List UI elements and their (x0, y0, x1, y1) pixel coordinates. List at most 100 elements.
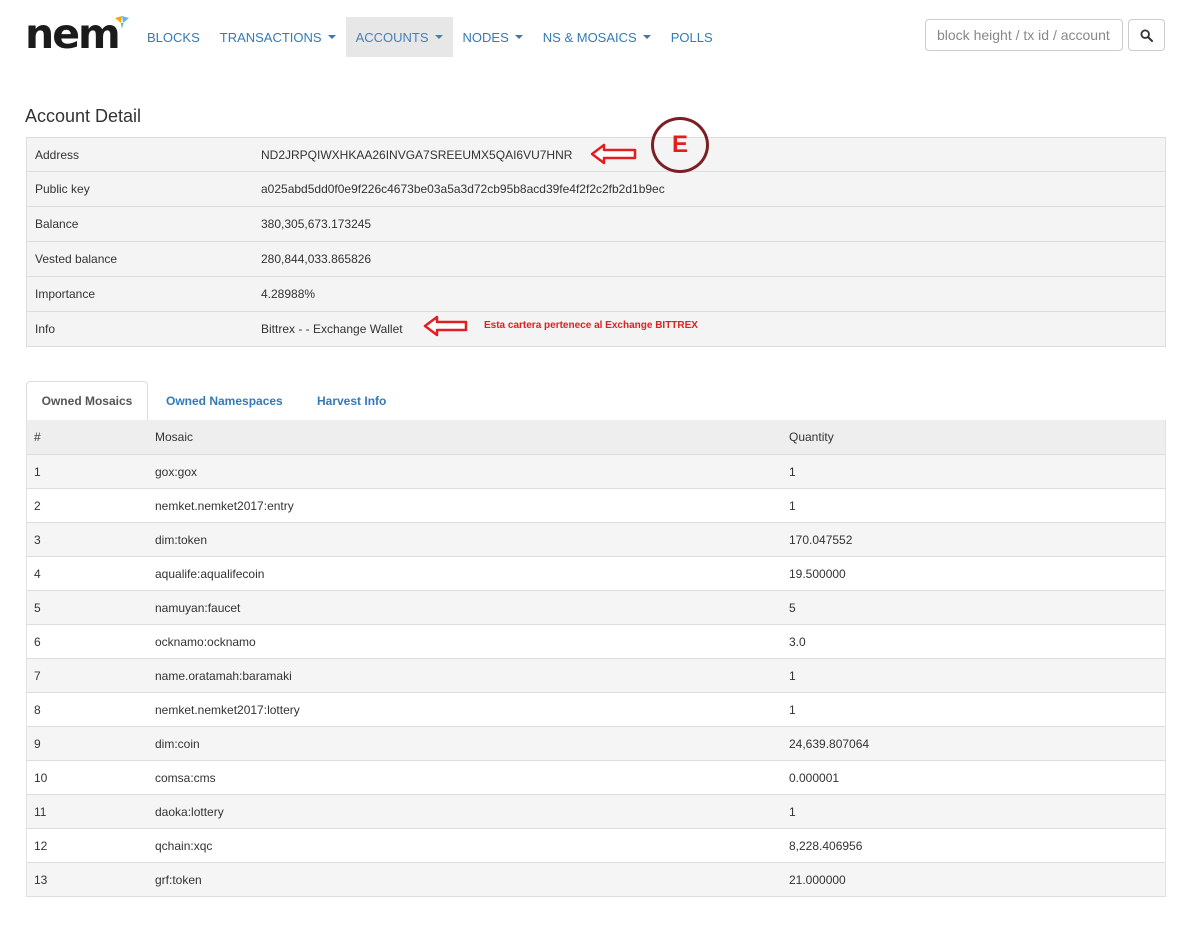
cell-quantity: 19.500000 (789, 556, 1166, 591)
cell-quantity: 1 (789, 658, 1166, 693)
cell-quantity: 1 (789, 692, 1166, 727)
caret-down-icon (434, 35, 443, 39)
cell-mosaic: ocknamo:ocknamo (155, 624, 789, 659)
nav-polls[interactable]: POLLS (661, 17, 723, 57)
tab-harvest-info[interactable]: Harvest Info (317, 381, 386, 421)
nav-ns-mosaics[interactable]: NS & MOSAICS (533, 17, 661, 57)
cell-quantity: 1 (789, 794, 1166, 829)
cell-index: 8 (26, 692, 155, 727)
vested-balance-value: 280,844,033.865826 (261, 252, 372, 266)
table-row: 12 qchain:xqc 8,228.406956 (26, 828, 1166, 863)
cell-index: 3 (26, 522, 155, 557)
info-value: Bittrex - - Exchange Wallet (261, 322, 403, 336)
nav-nodes[interactable]: NODES (453, 17, 533, 57)
cell-quantity: 1 (789, 454, 1166, 489)
logo-text: nem (25, 10, 121, 58)
cell-mosaic: daoka:lottery (155, 794, 789, 829)
detail-label: Balance (35, 217, 79, 231)
circled-e-annotation: E (651, 117, 709, 173)
detail-row-importance: Importance 4.28988% (27, 276, 1165, 311)
table-row: 4 aqualife:aqualifecoin 19.500000 (26, 556, 1166, 591)
cell-index: 7 (26, 658, 155, 693)
cell-quantity: 170.047552 (789, 522, 1166, 557)
importance-value: 4.28988% (261, 287, 316, 301)
nav-label: BLOCKS (147, 29, 200, 45)
table-header-row: # Mosaic Quantity (26, 420, 1166, 455)
table-row: 7 name.oratamah:baramaki 1 (26, 658, 1166, 693)
cell-quantity: 8,228.406956 (789, 828, 1166, 863)
col-header-mosaic: Mosaic (155, 420, 789, 455)
nav-label: POLLS (670, 29, 713, 45)
col-header-index: # (26, 420, 155, 455)
table-row: 13 grf:token 21.000000 (26, 862, 1166, 897)
nem-logo[interactable]: nem (25, 14, 129, 55)
cell-mosaic: dim:token (155, 522, 789, 557)
nem-mark-icon (115, 16, 129, 29)
cell-quantity: 0.000001 (789, 760, 1166, 795)
navbar: nem BLOCKS TRANSACTIONS ACCOUNTS NODES N… (0, 0, 1196, 76)
nav-transactions[interactable]: TRANSACTIONS (210, 17, 346, 57)
table-row: 5 namuyan:faucet 5 (26, 590, 1166, 625)
cell-quantity: 21.000000 (789, 862, 1166, 897)
nav-label: ACCOUNTS (355, 29, 429, 45)
cell-mosaic: nemket.nemket2017:entry (155, 488, 789, 523)
cell-mosaic: dim:coin (155, 726, 789, 761)
col-header-quantity: Quantity (789, 420, 1166, 455)
address-value[interactable]: ND2JRPQIWXHKAA26INVGA7SREEUMX5QAI6VU7HNR (261, 148, 572, 162)
tab-owned-mosaics[interactable]: Owned Mosaics (26, 381, 148, 421)
nav-label: TRANSACTIONS (219, 29, 322, 45)
cell-mosaic: name.oratamah:baramaki (155, 658, 789, 693)
table-row: 8 nemket.nemket2017:lottery 1 (26, 692, 1166, 727)
nav-label: NS & MOSAICS (542, 29, 637, 45)
cell-index: 10 (26, 760, 155, 795)
detail-row-vested-balance: Vested balance 280,844,033.865826 (27, 241, 1165, 276)
nav-blocks[interactable]: BLOCKS (137, 17, 210, 57)
table-row: 3 dim:token 170.047552 (26, 522, 1166, 557)
cell-index: 5 (26, 590, 155, 625)
table-row: 10 comsa:cms 0.000001 (26, 760, 1166, 795)
cell-quantity: 5 (789, 590, 1166, 625)
cell-mosaic: nemket.nemket2017:lottery (155, 692, 789, 727)
cell-index: 9 (26, 726, 155, 761)
cell-quantity: 3.0 (789, 624, 1166, 659)
page-title: Account Detail (25, 106, 142, 126)
left-arrow-annotation-icon (423, 315, 468, 337)
table-row: 2 nemket.nemket2017:entry 1 (26, 488, 1166, 523)
account-detail-table: Address ND2JRPQIWXHKAA26INVGA7SREEUMX5QA… (26, 137, 1166, 347)
caret-down-icon (642, 35, 651, 39)
nav-label: NODES (462, 29, 509, 45)
balance-value: 380,305,673.173245 (261, 217, 372, 231)
detail-row-public-key: Public key a025abd5dd0f0e9f226c4673be03a… (27, 171, 1165, 206)
table-row: 11 daoka:lottery 1 (26, 794, 1166, 829)
detail-label: Importance (35, 287, 96, 301)
tab-owned-namespaces[interactable]: Owned Namespaces (166, 381, 283, 421)
search-button[interactable] (1128, 19, 1165, 51)
caret-down-icon (327, 35, 336, 39)
cell-index: 13 (26, 862, 155, 897)
cell-index: 6 (26, 624, 155, 659)
cell-mosaic: qchain:xqc (155, 828, 789, 863)
cell-mosaic: aqualife:aqualifecoin (155, 556, 789, 591)
cell-mosaic: gox:gox (155, 454, 789, 489)
search-icon (1140, 28, 1153, 42)
tabs: Owned Mosaics Owned Namespaces Harvest I… (26, 381, 1166, 421)
detail-label: Public key (35, 182, 90, 196)
cell-index: 1 (26, 454, 155, 489)
caret-down-icon (514, 35, 523, 39)
search-input[interactable] (925, 19, 1123, 51)
mosaics-table: # Mosaic Quantity 1 gox:gox 1 2 nemket.nemke… (26, 420, 1166, 897)
cell-mosaic: grf:token (155, 862, 789, 897)
main-nav: BLOCKS TRANSACTIONS ACCOUNTS NODES NS & … (137, 17, 723, 57)
cell-mosaic: namuyan:faucet (155, 590, 789, 625)
cell-index: 2 (26, 488, 155, 523)
detail-label: Address (35, 147, 80, 162)
mosaics-table-body: 1 gox:gox 1 2 nemket.nemket2017:entry 1 3 dim:t… (26, 454, 1166, 897)
cell-mosaic: comsa:cms (155, 760, 789, 795)
table-row: 6 ocknamo:ocknamo 3.0 (26, 624, 1166, 659)
cell-index: 11 (26, 794, 155, 829)
public-key-value[interactable]: a025abd5dd0f0e9f226c4673be03a5a3d72cb95b… (261, 182, 665, 196)
cell-quantity: 24,639.807064 (789, 726, 1166, 761)
nav-accounts[interactable]: ACCOUNTS (345, 17, 453, 57)
table-row: 1 gox:gox 1 (26, 454, 1166, 489)
detail-label: Vested balance (35, 252, 118, 266)
